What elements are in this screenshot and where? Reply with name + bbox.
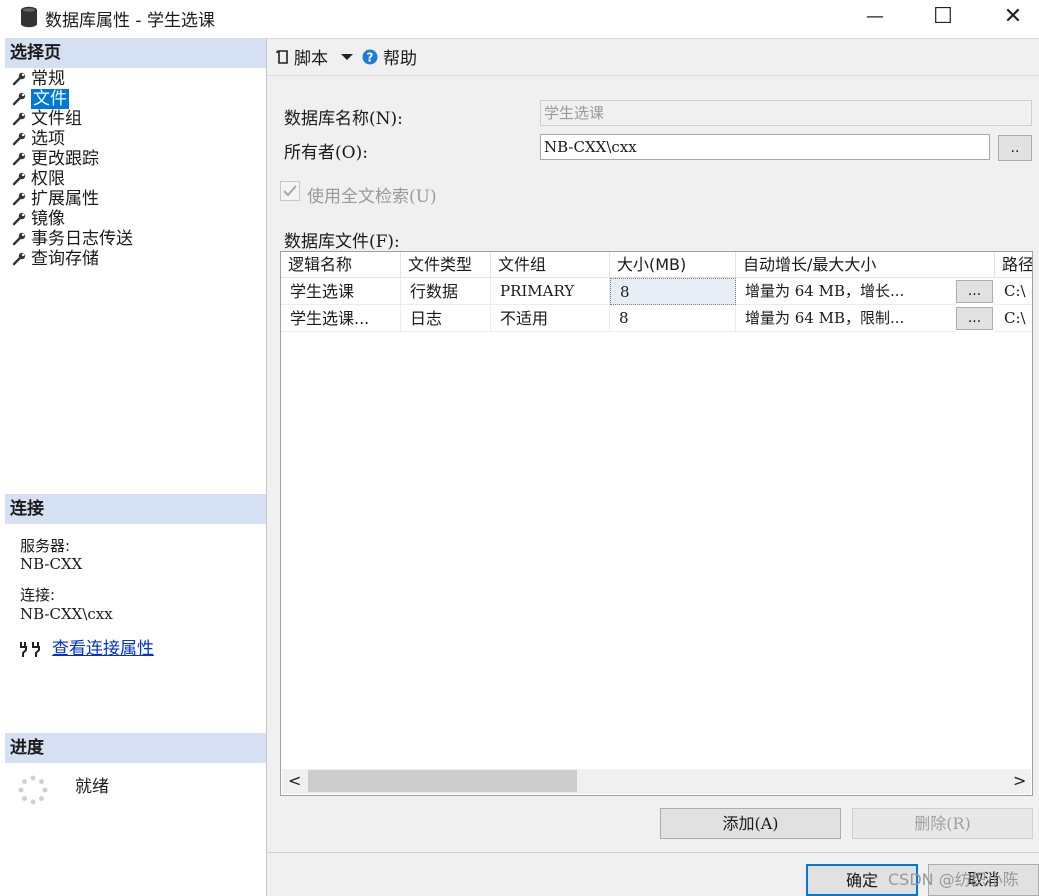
cell-path: C:\: [995, 305, 1032, 332]
maximize-icon: ☐: [933, 3, 953, 29]
script-icon: [276, 49, 288, 64]
watermark: CSDN @纺织小陈: [888, 870, 1019, 889]
owner-field[interactable]: NB-CXX\cxx: [540, 134, 990, 160]
cell-autogrowth: 增量为 64 MB，增长...: [736, 278, 956, 305]
wrench-icon: [12, 172, 26, 186]
wrench-icon: [12, 252, 26, 266]
page-item-label: 查询存储: [31, 249, 99, 269]
page-item[interactable]: 查询存储: [12, 249, 99, 269]
wrench-icon: [12, 72, 26, 86]
close-button[interactable]: ✕: [990, 0, 1036, 32]
help-label: 帮助: [383, 49, 417, 69]
page-item[interactable]: 选项: [12, 129, 65, 149]
connection-header: 连接: [5, 494, 266, 524]
page-item[interactable]: 权限: [12, 169, 65, 189]
cell-size-input[interactable]: 8: [610, 305, 736, 332]
server-label: 服务器:: [20, 537, 71, 555]
progress-header: 进度: [5, 733, 266, 763]
connection-value: NB-CXX\cxx: [20, 605, 113, 623]
page-item-label: 权限: [31, 169, 65, 189]
wrench-icon: [12, 192, 26, 206]
autogrowth-edit-button[interactable]: ...: [956, 307, 993, 330]
cell-autogrowth: 增量为 64 MB，限制...: [736, 305, 956, 332]
page-item[interactable]: 常规: [12, 69, 65, 89]
wrench-icon: [12, 112, 26, 126]
view-connection-properties-link[interactable]: 查看连接属性: [52, 634, 154, 659]
minimize-button[interactable]: —: [852, 0, 898, 32]
cell-filegroup: 不适用: [491, 305, 610, 332]
svg-text:?: ?: [367, 50, 374, 64]
scrollbar-thumb[interactable]: [308, 770, 577, 792]
page-item[interactable]: 更改跟踪: [12, 149, 99, 169]
add-button[interactable]: 添加(A): [660, 808, 841, 839]
wrench-icon: [12, 232, 26, 246]
help-button[interactable]: ? 帮助: [362, 44, 417, 69]
divider: [267, 852, 1039, 853]
column-header-filegroup[interactable]: 文件组: [491, 252, 610, 278]
chevron-down-icon: [341, 53, 353, 60]
page-item-label: 文件: [31, 89, 69, 109]
page-item-label: 常规: [31, 69, 65, 89]
page-item-label: 选项: [31, 129, 65, 149]
database-icon: [21, 6, 37, 28]
page-item[interactable]: 事务日志传送: [12, 229, 133, 249]
column-header-logical-name[interactable]: 逻辑名称: [281, 252, 401, 278]
cell-logical-name[interactable]: 学生选课: [281, 278, 401, 305]
fulltext-label: 使用全文检索(U): [307, 187, 437, 207]
progress-status: 就绪: [75, 777, 109, 797]
page-item-label: 更改跟踪: [31, 149, 99, 169]
select-page-header: 选择页: [5, 38, 266, 68]
cell-file-type: 行数据: [401, 278, 491, 305]
remove-button[interactable]: 删除(R): [852, 808, 1033, 839]
autogrowth-edit-button[interactable]: ...: [956, 280, 993, 303]
column-header-size[interactable]: 大小(MB): [610, 252, 736, 278]
wrench-icon: [12, 132, 26, 146]
column-header-path[interactable]: 路径: [995, 252, 1032, 278]
page-item[interactable]: 扩展属性: [12, 189, 99, 209]
page-item-label: 文件组: [31, 109, 82, 129]
connection-label: 连接:: [20, 586, 56, 604]
cell-logical-name[interactable]: 学生选课...: [281, 305, 401, 332]
script-button[interactable]: 脚本: [276, 44, 354, 69]
checkmark-icon: [283, 185, 297, 197]
server-value: NB-CXX: [20, 555, 83, 573]
db-files-label: 数据库文件(F):: [284, 232, 400, 252]
help-icon: ?: [362, 49, 378, 64]
scroll-right-icon[interactable]: >: [1013, 771, 1026, 790]
db-name-label: 数据库名称(N):: [284, 109, 403, 129]
title-bar: 数据库属性 - 学生选课 — ☐ ✕: [0, 0, 1039, 39]
page-item-label: 镜像: [31, 209, 65, 229]
script-label: 脚本: [294, 49, 328, 69]
close-icon: ✕: [1003, 3, 1023, 29]
minimize-icon: —: [866, 5, 884, 27]
page-item[interactable]: 文件: [12, 89, 69, 109]
plug-icon: [20, 642, 40, 657]
wrench-icon: [12, 152, 26, 166]
fulltext-checkbox[interactable]: [280, 181, 300, 201]
cell-path: C:\: [995, 278, 1032, 305]
window-title: 数据库属性 - 学生选课: [45, 11, 215, 31]
wrench-icon: [12, 212, 26, 226]
cell-file-type: 日志: [401, 305, 491, 332]
db-files-grid: 逻辑名称 文件类型 文件组 大小(MB) 自动增长/最大大小 路径 学生选课 行…: [280, 251, 1033, 796]
page-item-label: 扩展属性: [31, 189, 99, 209]
page-item-label: 事务日志传送: [31, 229, 133, 249]
column-header-file-type[interactable]: 文件类型: [401, 252, 491, 278]
cell-size-input[interactable]: 8: [610, 278, 736, 305]
scroll-left-icon[interactable]: <: [288, 771, 301, 790]
owner-browse-button[interactable]: ..: [998, 135, 1032, 161]
progress-spinner-icon: [18, 775, 48, 805]
column-header-autogrowth[interactable]: 自动增长/最大大小: [736, 252, 995, 278]
cell-filegroup: PRIMARY: [491, 278, 610, 305]
wrench-icon: [12, 92, 26, 106]
page-item[interactable]: 文件组: [12, 109, 82, 129]
page-item[interactable]: 镜像: [12, 209, 65, 229]
maximize-button[interactable]: ☐: [920, 0, 966, 32]
owner-label: 所有者(O):: [284, 143, 368, 163]
db-name-field: 学生选课: [540, 100, 1032, 126]
